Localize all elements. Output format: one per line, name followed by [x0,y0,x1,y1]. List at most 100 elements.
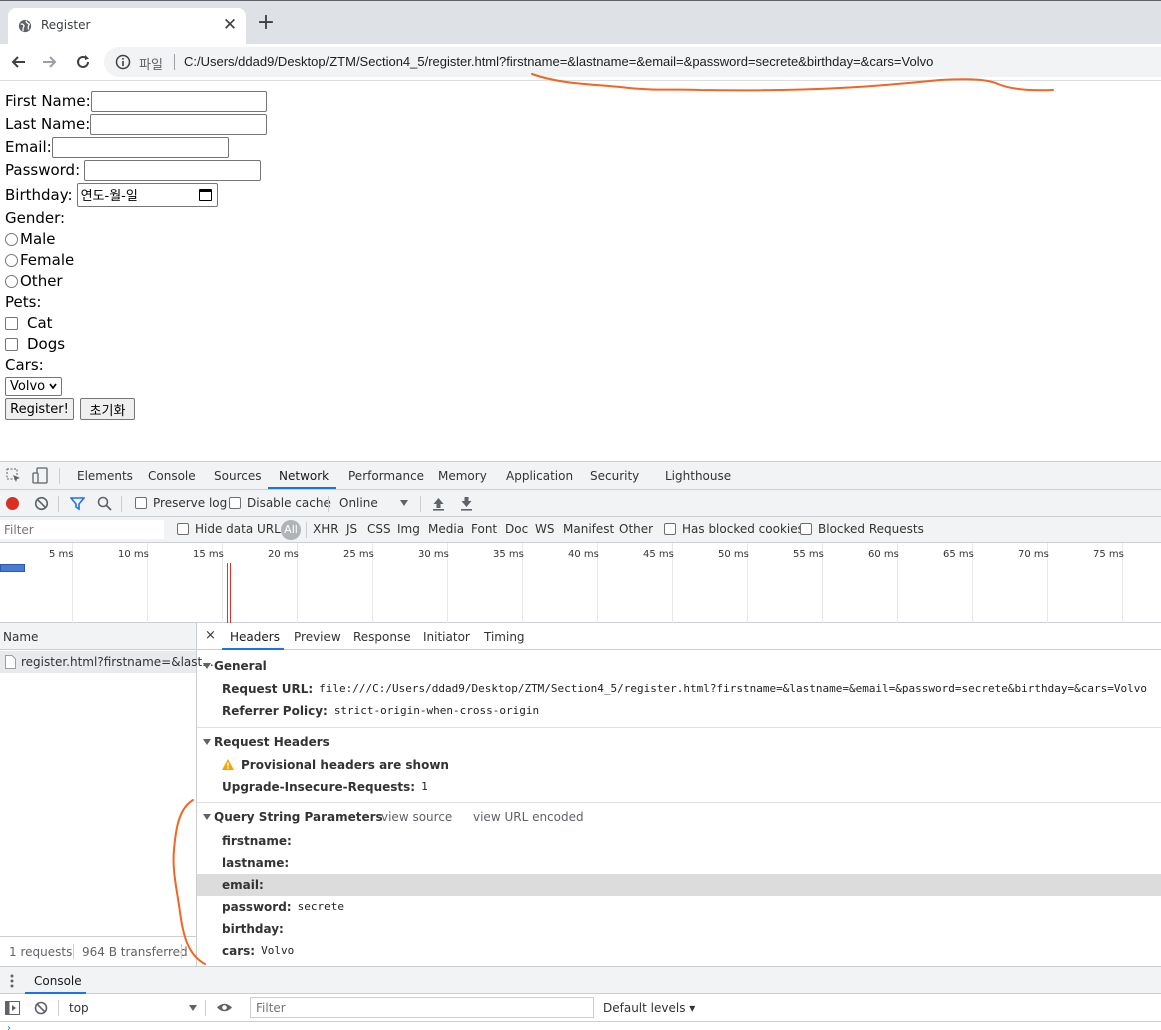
first-name-input[interactable] [90,90,267,112]
type-filter-other[interactable]: Other [619,522,653,536]
section-divider [197,727,1161,728]
request-list-header[interactable]: Name [0,623,196,650]
request-headers-title: Request Headers [214,735,330,749]
tab-lighthouse[interactable]: Lighthouse [665,469,731,483]
back-arrow-icon[interactable] [7,51,29,73]
reset-button[interactable]: 초기화 [80,398,135,420]
birthday-input[interactable]: 연도-월-일 [76,182,218,207]
preserve-log-checkbox[interactable] [135,497,147,509]
type-filter-img[interactable]: Img [397,522,420,536]
email-input[interactable] [51,136,229,158]
type-filter-manifest[interactable]: Manifest [563,522,614,536]
inspect-element-icon[interactable] [6,468,21,483]
tabstrip-top-border [0,0,1161,1]
type-filter-all[interactable]: All [281,520,301,540]
pets-option-dogs[interactable]: Dogs [5,333,65,355]
general-section-toggle[interactable]: General [203,659,267,673]
view-url-encoded-link[interactable]: view URL encoded [473,810,584,824]
details-tab-headers[interactable]: Headers [230,630,280,644]
pets-option-cat[interactable]: Cat [5,312,53,334]
close-details-icon[interactable]: × [205,628,216,643]
type-filter-media[interactable]: Media [428,522,464,536]
import-har-icon[interactable] [432,496,445,511]
cars-select[interactable]: Volvo [5,377,62,396]
gender-radio-male[interactable] [5,232,18,246]
gender-radio-female[interactable] [5,253,18,267]
search-icon[interactable] [97,496,112,511]
devtools-panel: Elements Console Sources Network Perform… [0,461,1161,1030]
type-filter-xhr[interactable]: XHR [313,522,339,536]
request-headers-toggle[interactable]: Request Headers [203,735,330,749]
request-name[interactable]: register.html?firstname=&last... [21,655,214,669]
more-options-icon[interactable] [10,974,14,988]
reload-icon[interactable] [72,51,94,73]
disable-cache-checkbox[interactable] [229,497,241,509]
tab-memory[interactable]: Memory [438,469,487,483]
url-text[interactable]: C:/Users/ddad9/Desktop/ZTM/Section4_5/re… [184,54,933,69]
console-filter-placeholder: Filter [256,1001,286,1015]
browser-tab-register[interactable]: Register ✕ [8,8,246,44]
context-select[interactable]: top [69,1001,89,1015]
pets-checkbox-dogs[interactable] [5,337,18,351]
view-source-link[interactable]: view source [381,810,452,824]
tab-close-icon[interactable]: ✕ [222,15,238,35]
device-toolbar-icon[interactable] [32,467,48,484]
tab-application[interactable]: Application [506,469,573,483]
gender-option-female[interactable]: Female [0,249,74,271]
network-filter-input[interactable]: Filter [0,520,164,539]
drawer-tab-console[interactable]: Console [34,974,82,988]
details-tab-timing[interactable]: Timing [484,630,525,644]
toolbar-separator [58,496,59,512]
gender-option-other[interactable]: Other [0,270,63,292]
filter-icon[interactable] [70,496,85,511]
console-filter-input[interactable]: Filter [250,997,594,1018]
eye-icon[interactable] [216,1002,233,1013]
info-icon[interactable] [115,54,131,70]
details-tab-initiator[interactable]: Initiator [423,630,470,644]
details-tab-response[interactable]: Response [353,630,411,644]
hide-data-urls-checkbox[interactable] [177,523,189,535]
blocked-requests-checkbox[interactable] [800,523,812,535]
password-input[interactable] [84,159,262,181]
type-filter-ws[interactable]: WS [535,522,554,536]
domcontentloaded-marker [227,563,228,623]
console-prompt-icon[interactable]: › [7,1023,11,1030]
tab-elements[interactable]: Elements [77,469,133,483]
type-filter-doc[interactable]: Doc [505,522,528,536]
tab-console[interactable]: Console [148,469,196,483]
throttle-dropdown-icon[interactable] [400,500,408,506]
name-column-header[interactable]: Name [3,630,38,644]
throttling-select[interactable]: Online [339,496,378,510]
last-name-row: Last Name: [5,113,268,135]
register-button[interactable]: Register! [5,398,74,420]
context-dropdown-icon[interactable] [189,1005,197,1011]
address-bar[interactable]: 파일 C:/Users/ddad9/Desktop/ZTM/Section4_5… [104,47,1161,77]
tab-performance[interactable]: Performance [348,469,424,483]
default-levels-select[interactable]: Default levels ▾ [603,1001,695,1015]
record-icon[interactable] [5,496,20,511]
type-filter-css[interactable]: CSS [367,522,391,536]
gender-radio-other[interactable] [5,274,18,288]
new-tab-icon[interactable]: + [256,12,276,34]
forward-arrow-icon[interactable] [39,51,61,73]
tab-security[interactable]: Security [590,469,639,483]
type-filter-font[interactable]: Font [471,522,497,536]
clear-console-icon[interactable] [34,1001,48,1015]
details-tab-preview[interactable]: Preview [294,630,341,644]
console-drawer: Console top Filter Default levels ▾ › [0,966,1161,1030]
sidebar-toggle-icon[interactable] [5,1001,20,1015]
tab-sources[interactable]: Sources [214,469,261,483]
clear-icon[interactable] [34,496,49,511]
request-row[interactable]: register.html?firstname=&last... [0,651,214,673]
type-filter-js[interactable]: JS [346,522,357,536]
calendar-icon[interactable] [198,188,212,201]
has-blocked-cookies-checkbox[interactable] [664,523,676,535]
network-overview-timeline[interactable]: 5 ms 10 ms 15 ms 20 ms 25 ms 30 ms 35 ms… [0,543,1161,623]
pets-checkbox-cat[interactable] [5,316,18,330]
gender-option-male[interactable]: Male [0,228,56,250]
last-name-input[interactable] [90,113,268,135]
query-params-toggle[interactable]: Query String Parameters [203,810,383,824]
disable-cache-label: Disable cache [247,496,331,510]
export-har-icon[interactable] [460,496,473,511]
tab-network[interactable]: Network [279,469,329,483]
